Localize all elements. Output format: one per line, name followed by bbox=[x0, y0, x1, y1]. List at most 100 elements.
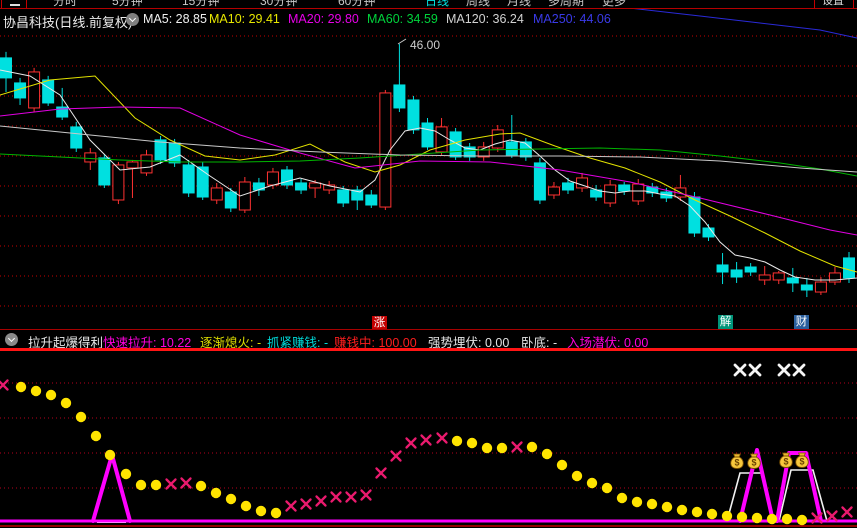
tab-period-更多[interactable]: 更多 bbox=[602, 0, 626, 8]
indicator-dot bbox=[661, 501, 673, 513]
candle-body bbox=[168, 142, 181, 164]
indicator-dot bbox=[706, 508, 718, 520]
indicator-dot bbox=[225, 493, 237, 505]
white-x-mark bbox=[777, 363, 791, 377]
tab-period-15分钟[interactable]: 15分钟 bbox=[182, 0, 219, 8]
candle-body bbox=[379, 92, 392, 208]
candle-body bbox=[42, 79, 55, 104]
indicator-dot bbox=[481, 442, 493, 454]
candle-body bbox=[562, 182, 574, 191]
indicator-dot bbox=[150, 479, 162, 491]
candle-body bbox=[126, 161, 139, 169]
indicator-dot bbox=[466, 437, 478, 449]
tab-period-60分钟[interactable]: 60分钟 bbox=[338, 0, 375, 8]
money-bag-dollar: $ bbox=[799, 457, 804, 467]
indicator-x-mark bbox=[330, 491, 342, 503]
indicator-x-mark bbox=[180, 477, 192, 489]
indicator-dot bbox=[676, 504, 688, 516]
indicator-dot bbox=[601, 482, 613, 494]
white-x-mark bbox=[733, 363, 747, 377]
indicator-x-mark bbox=[841, 506, 853, 518]
symbol-title: 协昌科技(日线.前复权) bbox=[3, 15, 133, 30]
indicator-x-mark bbox=[436, 432, 448, 444]
candle-body bbox=[449, 131, 462, 158]
indicator-x-mark bbox=[826, 510, 838, 522]
candle-body bbox=[393, 84, 406, 109]
indicator-dot bbox=[255, 505, 267, 517]
indicator-dot bbox=[526, 441, 538, 453]
candle-body bbox=[84, 152, 97, 163]
candle-body bbox=[618, 184, 631, 192]
main-candlestick-chart bbox=[0, 7, 857, 307]
chevron-down-icon[interactable] bbox=[126, 13, 139, 26]
indicator-dot bbox=[104, 449, 116, 461]
indicator-dot bbox=[210, 487, 222, 499]
candle-body bbox=[140, 154, 153, 174]
money-bag-dollar: $ bbox=[783, 457, 788, 467]
indicator-dot bbox=[691, 506, 703, 518]
money-bag-dollar: $ bbox=[751, 458, 756, 468]
candle-body bbox=[154, 139, 167, 161]
candle-body bbox=[295, 182, 308, 191]
indicator-dot bbox=[736, 511, 748, 523]
indicator-x-mark bbox=[360, 489, 372, 501]
indicator-x-mark bbox=[375, 467, 387, 479]
candle-body bbox=[266, 171, 279, 186]
indicator-dot bbox=[631, 496, 643, 508]
indicator-x-mark bbox=[511, 441, 523, 453]
candle-body bbox=[744, 266, 757, 273]
candle-body bbox=[70, 126, 83, 149]
indicator-dot bbox=[496, 442, 508, 454]
indicator-sub-chart: $ $ $ $ bbox=[0, 363, 857, 527]
ma-value-MA10: MA10: 29.41 bbox=[209, 12, 280, 26]
candle-body bbox=[843, 257, 855, 279]
indicator-x-mark bbox=[165, 478, 177, 490]
event-badge-解[interactable]: 解 bbox=[718, 315, 733, 329]
candle-body bbox=[224, 191, 237, 209]
candle-body bbox=[28, 71, 41, 109]
candle-body bbox=[604, 184, 617, 204]
tab-period-5分钟[interactable]: 5分钟 bbox=[112, 0, 143, 8]
indicator-x-mark bbox=[315, 495, 327, 507]
indicator-dot bbox=[721, 510, 733, 522]
indicator-dot bbox=[90, 430, 102, 442]
indicator-x-mark bbox=[420, 434, 432, 446]
indicator-dot bbox=[451, 435, 463, 447]
candle-body bbox=[632, 183, 645, 202]
indicator-dot bbox=[60, 397, 72, 409]
indicator-dot bbox=[75, 411, 87, 423]
indicator-dot bbox=[616, 492, 628, 504]
ma-line-MA10 bbox=[0, 75, 857, 273]
tab-period-日线[interactable]: 日线 bbox=[425, 0, 449, 8]
tab-period-30分钟[interactable]: 30分钟 bbox=[260, 0, 297, 8]
indicator-dot bbox=[30, 385, 42, 397]
event-badge-财[interactable]: 财 bbox=[794, 315, 809, 329]
main-menu-icon[interactable] bbox=[1, 0, 27, 8]
indicator-chevron-down-icon[interactable] bbox=[5, 333, 18, 346]
settings-button[interactable]: 设置 bbox=[814, 0, 854, 8]
event-badge-涨[interactable]: 涨 bbox=[372, 316, 387, 330]
indicator-dot bbox=[541, 448, 553, 460]
tab-period-月线[interactable]: 月线 bbox=[507, 0, 531, 8]
tab-period-多周期[interactable]: 多周期 bbox=[548, 0, 584, 8]
tab-period-周线[interactable]: 周线 bbox=[466, 0, 490, 8]
candle-body bbox=[758, 274, 771, 281]
indicator-dot bbox=[586, 477, 598, 489]
indicator-dot bbox=[15, 381, 27, 393]
indicator-dot bbox=[270, 507, 282, 519]
chart-canvas[interactable]: $ $ $ $ 46.00 bbox=[0, 0, 857, 528]
indicator-dot bbox=[240, 500, 252, 512]
indicator-panel-top-border bbox=[0, 329, 857, 330]
indicator-x-mark bbox=[405, 437, 417, 449]
indicator-dot bbox=[646, 498, 658, 510]
candle-body bbox=[182, 164, 195, 194]
ma-line-MA5 bbox=[0, 69, 857, 281]
indicator-x-mark bbox=[345, 491, 357, 503]
symbol-title-row: 协昌科技(日线.前复权) MA5: 28.85 MA10: 29.41 MA20: … bbox=[0, 10, 857, 30]
menu-glyph bbox=[10, 4, 20, 6]
tab-period-分时[interactable]: 分时 bbox=[53, 0, 77, 8]
top-menu-bar: 分时 5分钟 15分钟 30分钟 60分钟 日线 周线 月线 多周期 更多 设置 bbox=[0, 0, 857, 9]
indicator-dot bbox=[120, 468, 132, 480]
indicator-dot bbox=[796, 514, 808, 526]
candle-body bbox=[505, 141, 518, 156]
